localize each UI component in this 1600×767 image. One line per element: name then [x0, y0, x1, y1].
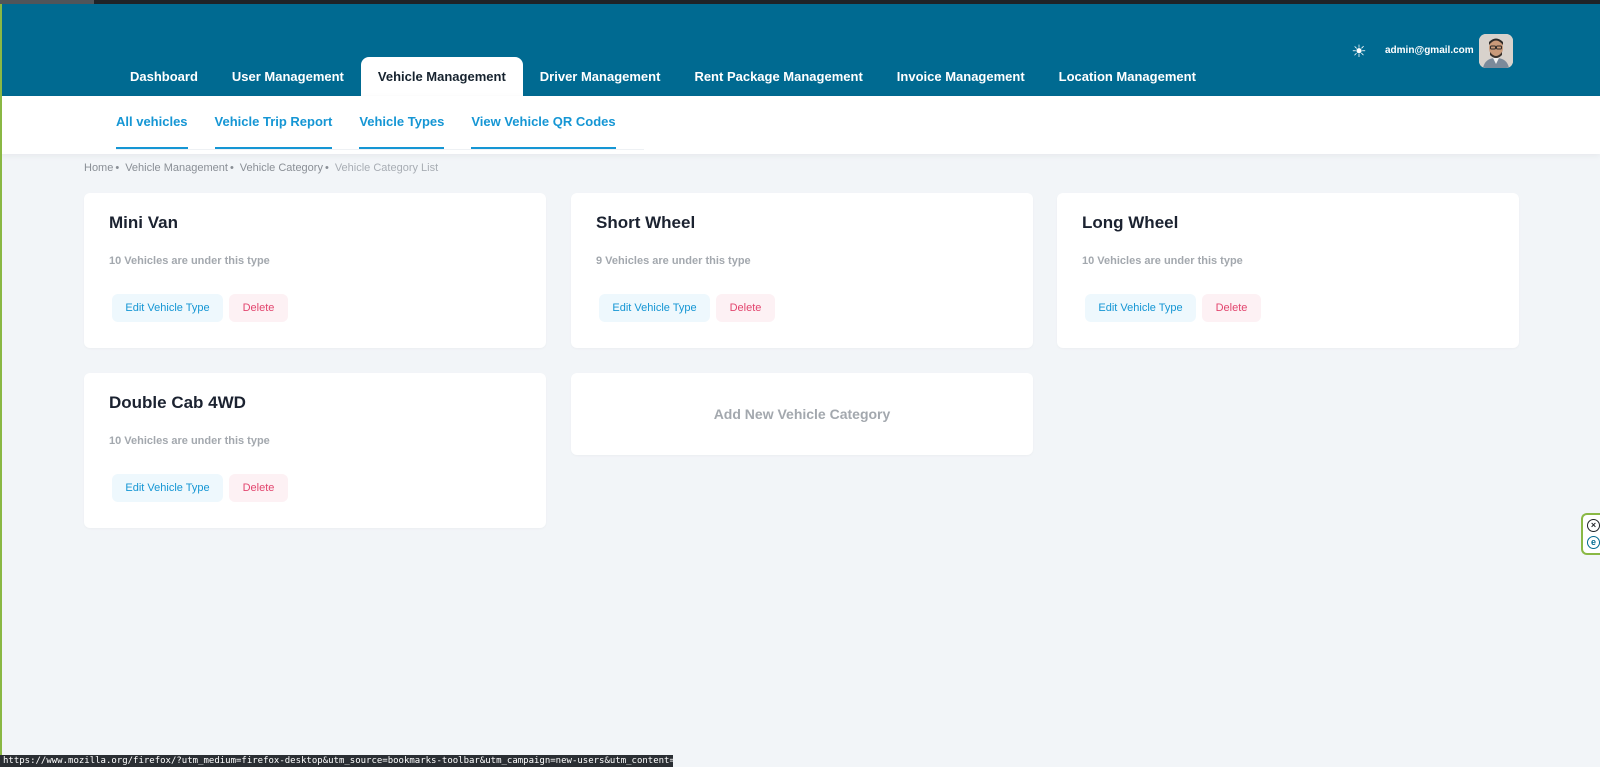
nav-item-location-management[interactable]: Location Management	[1042, 57, 1213, 96]
breadcrumb-separator: •	[229, 162, 234, 174]
category-title: Mini Van	[109, 213, 178, 232]
delete-button[interactable]: Delete	[229, 474, 288, 502]
breadcrumb-vehicle-management[interactable]: Vehicle Management	[125, 162, 228, 174]
category-card-double-cab-4wd: Double Cab 4WD 10 Vehicles are under thi…	[84, 373, 546, 528]
sun-icon[interactable]: ☀	[1349, 42, 1369, 62]
close-icon[interactable]: ×	[1587, 519, 1600, 532]
side-widget: × e	[1581, 513, 1600, 555]
category-title: Short Wheel	[596, 213, 696, 232]
nav-item-user-management[interactable]: User Management	[215, 57, 361, 96]
breadcrumb: Home • Vehicle Management • Vehicle Cate…	[84, 162, 438, 174]
breadcrumb-home[interactable]: Home	[84, 162, 113, 174]
category-title: Long Wheel	[1082, 213, 1179, 232]
nav-item-rent-package-management[interactable]: Rent Package Management	[677, 57, 879, 96]
category-vehicle-count: 10 Vehicles are under this type	[109, 255, 270, 267]
window-left-edge	[0, 96, 2, 767]
category-vehicle-count: 9 Vehicles are under this type	[596, 255, 751, 267]
breadcrumb-separator: •	[115, 162, 120, 174]
delete-button[interactable]: Delete	[716, 294, 775, 322]
nav-item-dashboard[interactable]: Dashboard	[113, 57, 215, 96]
nav-item-driver-management[interactable]: Driver Management	[523, 57, 678, 96]
user-avatar[interactable]	[1479, 34, 1513, 68]
extension-icon[interactable]: e	[1587, 536, 1600, 549]
main-nav: Dashboard User Management Vehicle Manage…	[113, 57, 1213, 96]
user-email: admin@gmail.com	[1385, 45, 1474, 56]
breadcrumb-current: Vehicle Category List	[334, 162, 439, 174]
subnav-all-vehicles[interactable]: All vehicles	[116, 96, 188, 149]
browser-status-bar: https://www.mozilla.org/firefox/?utm_med…	[0, 755, 673, 767]
subnav-vehicle-types[interactable]: Vehicle Types	[359, 96, 445, 149]
nav-item-vehicle-management[interactable]: Vehicle Management	[360, 57, 523, 96]
edit-vehicle-type-button[interactable]: Edit Vehicle Type	[112, 474, 223, 502]
category-vehicle-count: 10 Vehicles are under this type	[1082, 255, 1243, 267]
subnav-links: All vehicles Vehicle Trip Report Vehicle…	[116, 96, 644, 150]
breadcrumb-separator: •	[324, 162, 329, 174]
delete-button[interactable]: Delete	[1202, 294, 1261, 322]
app-header: Dashboard User Management Vehicle Manage…	[0, 4, 1600, 96]
category-card-long-wheel: Long Wheel 10 Vehicles are under this ty…	[1057, 193, 1519, 348]
breadcrumb-vehicle-category[interactable]: Vehicle Category	[240, 162, 323, 174]
edit-vehicle-type-button[interactable]: Edit Vehicle Type	[599, 294, 710, 322]
add-new-vehicle-category-button[interactable]: Add New Vehicle Category	[571, 373, 1033, 455]
subnav-vehicle-trip-report[interactable]: Vehicle Trip Report	[214, 96, 333, 149]
delete-button[interactable]: Delete	[229, 294, 288, 322]
category-card-short-wheel: Short Wheel 9 Vehicles are under this ty…	[571, 193, 1033, 348]
category-title: Double Cab 4WD	[109, 393, 246, 412]
category-card-mini-van: Mini Van 10 Vehicles are under this type…	[84, 193, 546, 348]
nav-item-invoice-management[interactable]: Invoice Management	[880, 57, 1042, 96]
subnav-view-vehicle-qr-codes[interactable]: View Vehicle QR Codes	[471, 96, 616, 149]
edit-vehicle-type-button[interactable]: Edit Vehicle Type	[1085, 294, 1196, 322]
avatar-image	[1479, 34, 1513, 68]
sub-navigation: All vehicles Vehicle Trip Report Vehicle…	[0, 96, 1600, 154]
category-vehicle-count: 10 Vehicles are under this type	[109, 435, 270, 447]
edit-vehicle-type-button[interactable]: Edit Vehicle Type	[112, 294, 223, 322]
